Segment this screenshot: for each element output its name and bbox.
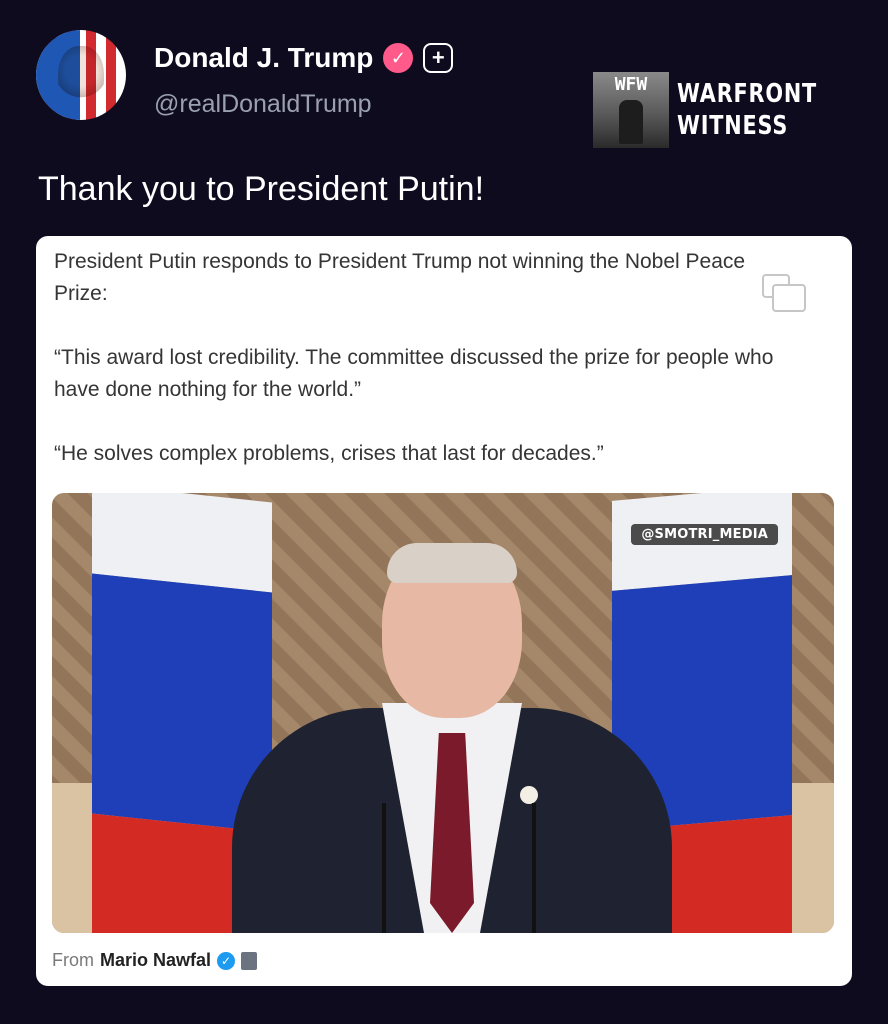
author-name[interactable]: Donald J. Trump	[154, 42, 373, 74]
verified-check-icon: ✓	[217, 951, 236, 970]
quoted-paragraph: “This award lost credibility. The commit…	[54, 346, 774, 401]
warfront-witness-watermark: WFW WARFRONT WITNESS	[592, 72, 852, 148]
plus-icon[interactable]: +	[423, 43, 454, 73]
post-header: Donald J. Trump ✓ + @realDonaldTrump WFW…	[36, 30, 852, 148]
speaker-figure	[232, 543, 672, 933]
watermark-line2: WITNESS	[676, 111, 789, 141]
watermark-logo-text: WFW	[614, 74, 648, 95]
quoted-post-card[interactable]: President Putin responds to President Tr…	[36, 236, 852, 986]
from-label: From	[52, 950, 94, 970]
author-handle[interactable]: @realDonaldTrump	[154, 90, 372, 119]
copy-icon[interactable]	[758, 272, 806, 312]
affiliate-badge-icon	[241, 951, 258, 970]
avatar-face	[58, 46, 104, 108]
quoted-from-line: From Mario Nawfal ✓	[52, 950, 258, 971]
quoted-paragraph: President Putin responds to President Tr…	[54, 250, 746, 305]
media-source-badge: @SMOTRI_MEDIA	[631, 524, 778, 545]
post-text: Thank you to President Putin!	[38, 170, 485, 208]
watermark-line1: WARFRONT	[676, 79, 817, 109]
quoted-post-body: President Putin responds to President Tr…	[54, 246, 774, 502]
quoted-paragraph: “He solves complex problems, crises that…	[54, 442, 604, 465]
watermark-logo: WFW	[592, 72, 669, 148]
avatar[interactable]	[36, 30, 126, 120]
soldier-silhouette	[618, 100, 643, 144]
verified-check-icon: ✓	[383, 43, 414, 73]
watermark-text: WARFRONT WITNESS	[677, 78, 817, 142]
author-name-row: Donald J. Trump ✓ +	[154, 42, 454, 74]
video-thumbnail[interactable]: @SMOTRI_MEDIA	[52, 493, 834, 933]
from-author[interactable]: Mario Nawfal	[100, 950, 211, 971]
